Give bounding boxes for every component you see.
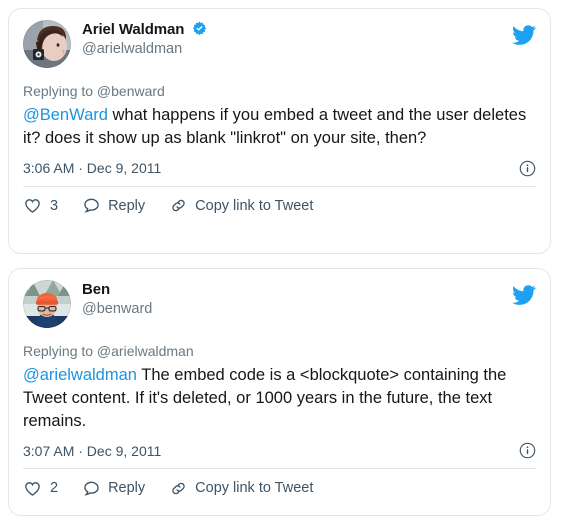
- mention-link[interactable]: @BenWard: [23, 106, 108, 124]
- copy-link-label: Copy link to Tweet: [195, 197, 314, 214]
- ariel-waldman-avatar-image: [23, 20, 71, 68]
- copy-link-button[interactable]: Copy link to Tweet: [169, 479, 313, 498]
- tweet-card[interactable]: Ariel Waldman @arielwaldman Replying to …: [8, 8, 551, 254]
- like-button[interactable]: 2: [23, 479, 58, 498]
- author-handle[interactable]: @arielwaldman: [82, 41, 207, 58]
- embedded-tweets-page: Ariel Waldman @arielwaldman Replying to …: [0, 0, 567, 525]
- tweet-text: @arielwaldman The embed code is a <block…: [23, 364, 536, 432]
- reply-label: Reply: [108, 197, 146, 214]
- heart-icon: [23, 196, 42, 215]
- info-icon[interactable]: [519, 160, 536, 177]
- author-handle[interactable]: @benward: [82, 301, 152, 318]
- display-name[interactable]: Ariel Waldman: [82, 21, 184, 38]
- tweet-header: Ariel Waldman @arielwaldman: [23, 20, 536, 72]
- tweet-meta-row: 3:07 AM · Dec 9, 2011: [23, 442, 536, 468]
- tweet-card[interactable]: Ben @benward Replying to @arielwaldman @…: [8, 268, 551, 516]
- author-name-block: Ben @benward: [82, 280, 152, 318]
- tweet-text: @BenWard what happens if you embed a twe…: [23, 104, 536, 150]
- link-icon: [169, 479, 188, 498]
- replying-to-label: Replying to @arielwaldman: [23, 343, 194, 359]
- twitter-bird-icon[interactable]: [512, 283, 536, 307]
- link-icon: [169, 196, 188, 215]
- twitter-bird-icon[interactable]: [512, 23, 536, 47]
- info-icon[interactable]: [519, 442, 536, 459]
- tweet-actions-row: 3 Reply Copy link to Tweet: [23, 187, 536, 225]
- speech-bubble-icon: [82, 479, 101, 498]
- like-button[interactable]: 3: [23, 196, 58, 215]
- verified-badge-icon: [192, 21, 207, 36]
- heart-icon: [23, 479, 42, 498]
- like-count: 3: [50, 197, 59, 214]
- ben-ward-avatar-image: [23, 280, 71, 328]
- timestamp[interactable]: 3:07 AM · Dec 9, 2011: [23, 443, 161, 459]
- avatar[interactable]: [23, 280, 71, 328]
- like-count: 2: [50, 480, 59, 497]
- author-name-block: Ariel Waldman @arielwaldman: [82, 20, 207, 58]
- reply-label: Reply: [108, 480, 146, 497]
- avatar[interactable]: [23, 20, 71, 68]
- copy-link-button[interactable]: Copy link to Tweet: [169, 196, 313, 215]
- copy-link-label: Copy link to Tweet: [195, 480, 314, 497]
- display-name[interactable]: Ben: [82, 281, 110, 298]
- tweet-meta-row: 3:06 AM · Dec 9, 2011: [23, 160, 536, 186]
- speech-bubble-icon: [82, 196, 101, 215]
- replying-to-label: Replying to @benward: [23, 83, 165, 99]
- tweet-header: Ben @benward: [23, 280, 536, 332]
- reply-button[interactable]: Reply: [82, 479, 145, 498]
- timestamp[interactable]: 3:06 AM · Dec 9, 2011: [23, 160, 161, 176]
- mention-link[interactable]: @arielwaldman: [23, 366, 137, 384]
- reply-button[interactable]: Reply: [82, 196, 145, 215]
- tweet-actions-row: 2 Reply Copy link to Tweet: [23, 469, 536, 507]
